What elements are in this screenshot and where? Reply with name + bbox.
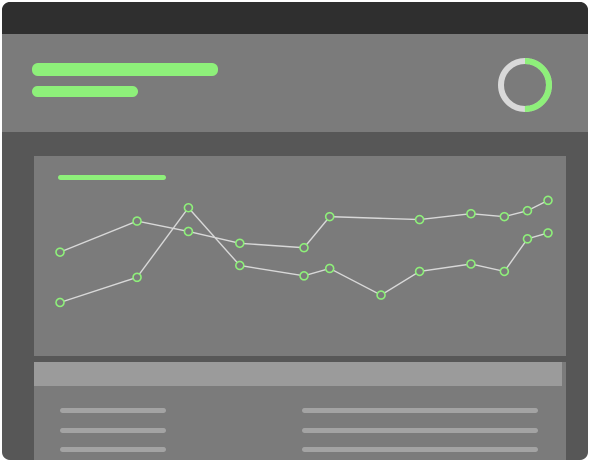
table-row-right-placeholder: [302, 408, 538, 413]
line-chart: [55, 195, 553, 308]
series-2-point-12: [543, 228, 553, 238]
series-2-point-7: [376, 290, 386, 300]
table-row-left-placeholder: [60, 428, 166, 433]
table-panel: [34, 362, 566, 460]
series-2-point-3: [183, 202, 194, 213]
dashboard-header: [2, 34, 588, 132]
series-1-point-8: [466, 208, 476, 219]
table-row-right-placeholder: [302, 428, 538, 433]
series-2-point-10: [499, 266, 510, 277]
series-1-point-6: [324, 211, 335, 222]
series-2-point-8: [414, 266, 425, 277]
series-1-point-5: [299, 242, 309, 253]
title-bar: [2, 2, 588, 34]
series-2-point-2: [132, 272, 142, 283]
header-subtitle-placeholder: [32, 86, 138, 97]
series-2-point-11: [522, 234, 533, 244]
series-2-point-5: [299, 271, 309, 281]
series-1-point-4: [234, 238, 245, 249]
series-2-point-4: [234, 260, 245, 271]
series-1-point-10: [522, 205, 533, 216]
series-1-point-11: [543, 195, 553, 206]
table-row-left-placeholder: [60, 408, 166, 413]
table-row-right-placeholder: [302, 447, 538, 452]
series-1-point-3: [183, 226, 194, 237]
series-2-point-1: [55, 297, 65, 308]
series-1-point-7: [414, 214, 425, 225]
table-header: [34, 362, 562, 386]
series-2-point-6: [324, 263, 335, 274]
app-window: [2, 2, 588, 460]
series-1-point-9: [499, 211, 510, 222]
header-title-placeholder: [32, 63, 218, 76]
table-row-left-placeholder: [60, 447, 166, 452]
chart-panel: [34, 156, 566, 356]
series-1-point-2: [132, 216, 142, 226]
progress-ring: [498, 58, 552, 112]
series-2-point-9: [466, 259, 476, 269]
series-1-point-1: [55, 247, 65, 257]
